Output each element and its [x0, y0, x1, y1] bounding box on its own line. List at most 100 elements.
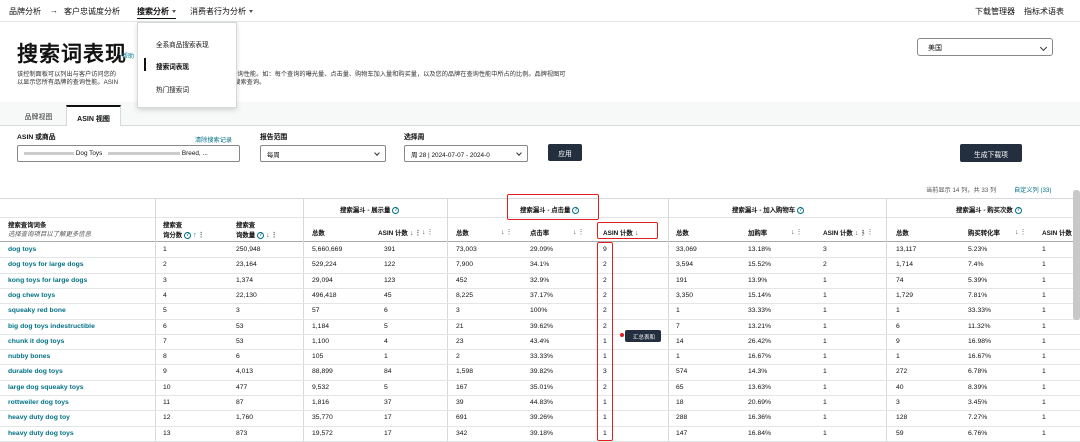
nav-customer-loyalty[interactable]: 客户忠诚度分析: [64, 6, 120, 17]
row-divider: [0, 425, 1080, 427]
cell-pur-total: 1: [896, 307, 900, 315]
week-select[interactable]: 周 28 | 2024-07-07 - 2024-0: [404, 145, 528, 162]
highlight-box: [507, 194, 599, 220]
cell-term[interactable]: large dog squeaky toys: [8, 384, 84, 391]
col-pur-asin[interactable]: ASIN 计数: [1042, 228, 1072, 237]
cell-cart-total: 3,594: [676, 261, 694, 269]
highlight-box: [597, 222, 658, 239]
cell-term[interactable]: nubby bones: [8, 353, 50, 360]
report-range-select[interactable]: 每周: [260, 145, 386, 162]
column-menu-icon[interactable]: ⋮: [271, 232, 278, 239]
sort-up-icon[interactable]: ↑: [193, 232, 197, 239]
cell-clk-total: 7,900: [456, 261, 474, 269]
nav-brand-analytics[interactable]: 品牌分析: [9, 6, 41, 17]
column-menu-icon[interactable]: ↓⋮: [789, 228, 803, 236]
cell-term[interactable]: dog toys for large dogs: [8, 261, 84, 268]
menu-item-catalog-performance[interactable]: 全系商品搜索表现: [156, 39, 209, 49]
apply-button[interactable]: 应用: [548, 144, 582, 161]
generate-download-button[interactable]: 生成下载项: [960, 144, 1022, 162]
country-select[interactable]: 美国: [917, 38, 1053, 56]
cell-imp-asin: 5: [384, 322, 388, 330]
col-pur-rate[interactable]: 购买转化率: [968, 228, 1000, 237]
cell-imp-asin: 4: [384, 337, 388, 345]
row-divider: [0, 287, 1080, 289]
column-menu-icon[interactable]: ↓⋮: [499, 228, 513, 236]
cell-cart-rate: 14.3%: [748, 368, 768, 376]
col-query-term[interactable]: 搜索查询词条: [8, 220, 46, 229]
cell-pur-total: 74: [896, 276, 904, 284]
cell-imp-total: 88,899: [312, 368, 333, 376]
cell-pur-rate: 33.33%: [968, 307, 992, 315]
sort-icon[interactable]: ↓: [855, 230, 859, 237]
nav-metric-glossary[interactable]: 指标术语表: [1024, 6, 1064, 17]
group-header-impressions: 搜索漏斗 - 展示量?: [340, 206, 400, 214]
col-query-score[interactable]: 搜索查 询分数? ↑⋮: [163, 220, 205, 239]
col-divider: [886, 198, 887, 441]
cell-pur-total: 9: [896, 337, 900, 345]
col-cart-total[interactable]: 总数: [676, 228, 689, 237]
menu-item-search-query-performance[interactable]: 搜索词表现: [156, 61, 189, 71]
cell-cart-total: 18: [676, 399, 684, 406]
sort-icon[interactable]: ↓: [410, 230, 414, 237]
cell-term[interactable]: durable dog toys: [8, 368, 63, 375]
cell-term[interactable]: heavy duty dog toys: [8, 430, 74, 437]
cell-pur-total: 13,117: [896, 246, 917, 253]
cell-imp-asin: 84: [384, 368, 392, 376]
column-menu-icon[interactable]: ↓⋮: [1013, 228, 1027, 236]
cell-cart-total: 14: [676, 337, 684, 345]
col-clk-total[interactable]: 总数: [456, 228, 469, 237]
cell-term[interactable]: big dog toys indestructible: [8, 323, 95, 330]
nav-consumer-behavior[interactable]: 消费者行为分析: [190, 6, 253, 17]
clear-history-link[interactable]: 清除搜索记录: [195, 135, 232, 144]
cell-cart-rate: 16.84%: [748, 429, 772, 437]
asin-input[interactable]: Dog Toys Breed, ...: [17, 145, 240, 162]
col-imp-asin[interactable]: ASIN 计数 ↓⋮: [378, 228, 421, 237]
col-query-volume[interactable]: 搜索查 询数量? ↓⋮: [236, 220, 278, 239]
nav-search-analytics[interactable]: 搜索分析: [137, 6, 176, 19]
cell-pur-asin: 1: [1042, 246, 1046, 253]
cell-score: 1: [163, 246, 167, 253]
cell-cart-asin: 1: [823, 383, 827, 391]
cell-score: 3: [163, 276, 167, 284]
cell-volume: 53: [236, 337, 244, 345]
info-icon[interactable]: ?: [797, 206, 805, 214]
tab-asin-view[interactable]: ASIN 视图: [66, 105, 121, 126]
cell-cart-rate: 20.69%: [748, 399, 772, 406]
cell-term[interactable]: dog toys: [8, 246, 36, 253]
cell-imp-asin: 123: [384, 276, 396, 284]
nav-download-manager[interactable]: 下载管理器: [975, 6, 1015, 17]
cell-term[interactable]: squeaky red bone: [8, 307, 66, 314]
cell-term[interactable]: heavy duty dog toy: [8, 414, 70, 421]
column-menu-icon[interactable]: ⋮: [198, 232, 205, 239]
cell-cart-rate: 26.42%: [748, 337, 772, 345]
info-icon[interactable]: ?: [257, 231, 265, 239]
tab-brand-view[interactable]: 品牌视图: [17, 105, 60, 126]
cell-pur-asin: 1: [1042, 353, 1046, 361]
week-label: 选择周: [404, 134, 425, 141]
cell-term[interactable]: kong toys for large dogs: [8, 277, 87, 284]
col-pur-total[interactable]: 总数: [896, 228, 909, 237]
column-menu-icon[interactable]: ↓⋮: [860, 228, 874, 236]
sort-icon[interactable]: ↓: [266, 232, 270, 239]
cell-clk-rate: 35.01%: [530, 383, 554, 391]
cell-term[interactable]: dog chew toys: [8, 292, 55, 299]
menu-item-top-search-terms[interactable]: 热门搜索词: [156, 84, 189, 94]
column-menu-icon[interactable]: ↓⋮: [420, 228, 434, 236]
col-cart-rate[interactable]: 加购率: [748, 228, 767, 237]
info-icon[interactable]: ?: [392, 206, 400, 214]
column-menu-icon[interactable]: ↓⋮: [571, 228, 585, 236]
cell-pur-asin: 1: [1042, 383, 1046, 391]
vertical-scrollbar[interactable]: [1073, 190, 1080, 320]
cell-clk-rate: 39.18%: [530, 429, 554, 437]
cell-imp-asin: 17: [384, 414, 392, 422]
help-link[interactable]: 帮助: [122, 51, 134, 60]
col-clk-rate[interactable]: 点击率: [530, 228, 549, 237]
search-analytics-menu: 全系商品搜索表现 搜索词表现 热门搜索词: [137, 22, 237, 108]
cell-term[interactable]: rottweiler dog toys: [8, 399, 69, 406]
row-divider: [0, 272, 1080, 274]
info-icon[interactable]: ?: [1014, 206, 1022, 214]
info-icon[interactable]: ?: [184, 231, 192, 239]
custom-columns-link[interactable]: 自定义列 (33): [1014, 185, 1051, 194]
col-imp-total[interactable]: 总数: [312, 228, 325, 237]
cell-term[interactable]: chunk it dog toys: [8, 338, 64, 345]
